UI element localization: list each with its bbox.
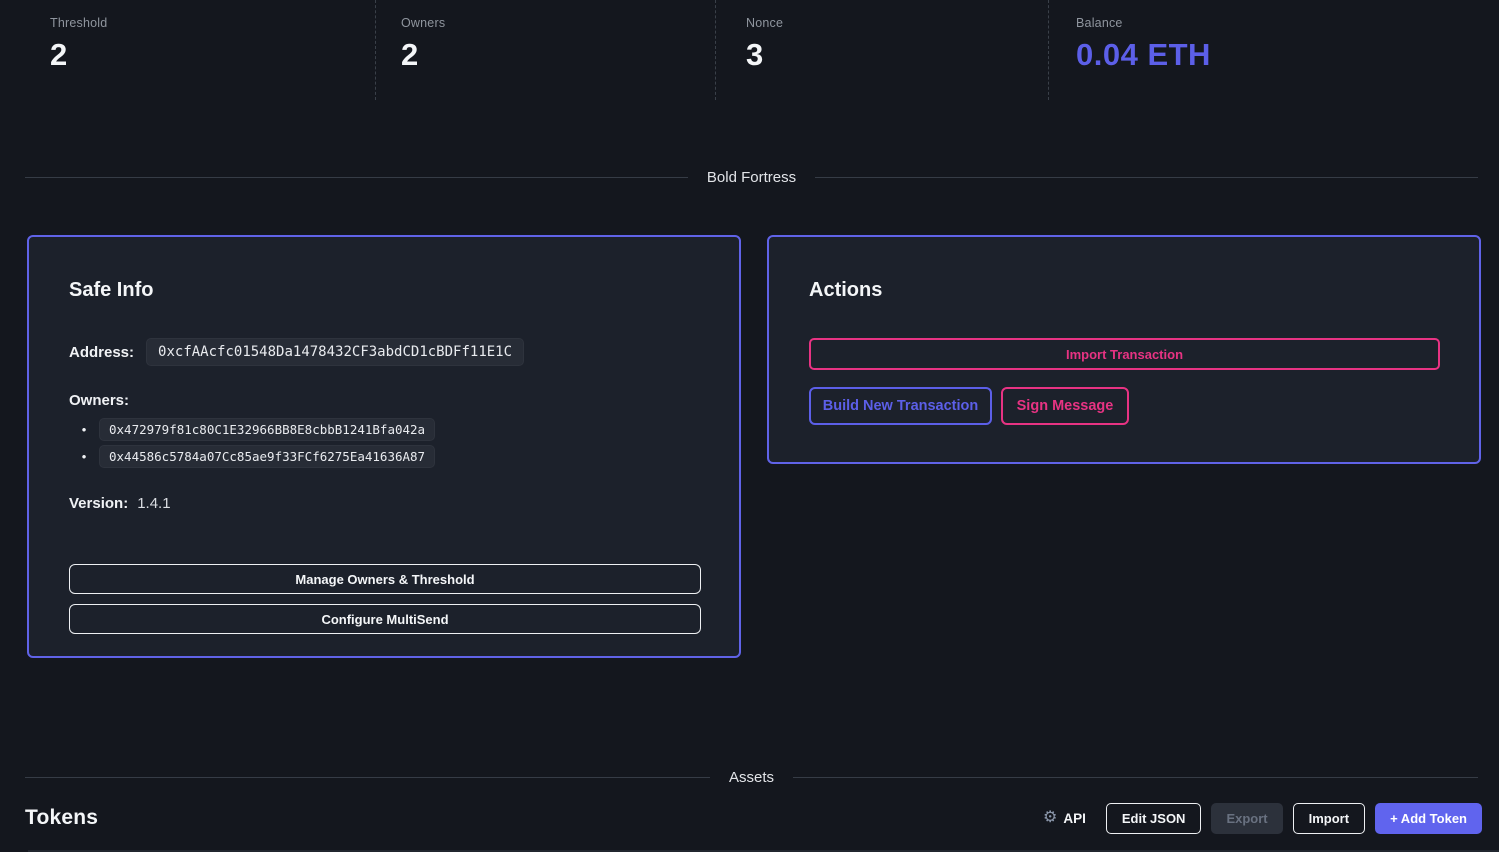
import-transaction-button[interactable]: Import Transaction (809, 338, 1440, 370)
address-row: Address: 0xcfAAcfc01548Da1478432CF3abdCD… (69, 338, 699, 366)
stat-nonce-value: 3 (746, 37, 1048, 73)
stat-balance: Balance 0.04 ETH (1048, 0, 1499, 100)
divider-line-left (25, 177, 688, 178)
actions-title: Actions (809, 279, 1439, 302)
stat-threshold-value: 2 (50, 37, 375, 73)
divider-line-left (25, 777, 710, 778)
bullet-icon: • (69, 422, 99, 437)
safe-name-divider: Bold Fortress (25, 165, 1478, 189)
tokens-title: Tokens (25, 806, 98, 830)
safe-dashboard: Threshold 2 Owners 2 Nonce 3 Balance 0.0… (0, 0, 1499, 852)
owner-item: • 0x472979f81c80C1E32966BB8E8cbbB1241Bfa… (69, 418, 699, 441)
version-row: Version: 1.4.1 (69, 495, 699, 512)
edit-json-button[interactable]: Edit JSON (1106, 803, 1202, 834)
stat-balance-value: 0.04 ETH (1076, 37, 1499, 73)
tokens-controls: ⚙ API Edit JSON Export Import + Add Toke… (1043, 803, 1482, 834)
add-token-button[interactable]: + Add Token (1375, 803, 1482, 834)
safe-info-title: Safe Info (69, 279, 699, 302)
bullet-icon: • (69, 449, 99, 464)
stat-owners: Owners 2 (375, 0, 715, 100)
api-label: API (1063, 811, 1086, 826)
configure-multisend-button[interactable]: Configure MultiSend (69, 604, 701, 634)
stat-balance-label: Balance (1076, 16, 1499, 30)
manage-owners-button[interactable]: Manage Owners & Threshold (69, 564, 701, 594)
owner-address-value: 0x44586c5784a07Cc85ae9f33FCf6275Ea41636A… (99, 445, 435, 468)
version-label: Version: (69, 495, 128, 512)
stat-nonce-label: Nonce (746, 16, 1048, 30)
export-button[interactable]: Export (1211, 803, 1282, 834)
owner-address-value: 0x472979f81c80C1E32966BB8E8cbbB1241Bfa04… (99, 418, 435, 441)
sign-message-button[interactable]: Sign Message (1001, 387, 1129, 425)
safe-info-card: Safe Info Address: 0xcfAAcfc01548Da14784… (27, 235, 741, 658)
stat-threshold: Threshold 2 (0, 0, 375, 100)
actions-button-row: Build New Transaction Sign Message (809, 387, 1439, 425)
owners-label: Owners: (69, 392, 699, 409)
stat-threshold-label: Threshold (50, 16, 375, 30)
version-value: 1.4.1 (137, 495, 170, 512)
actions-card: Actions Import Transaction Build New Tra… (767, 235, 1481, 464)
safe-address-value: 0xcfAAcfc01548Da1478432CF3abdCD1cBDFf11E… (146, 338, 524, 366)
stats-row: Threshold 2 Owners 2 Nonce 3 Balance 0.0… (0, 0, 1499, 100)
stat-owners-label: Owners (401, 16, 715, 30)
assets-divider: Assets (25, 765, 1478, 789)
owners-block: Owners: • 0x472979f81c80C1E32966BB8E8cbb… (69, 392, 699, 468)
tokens-bar: Tokens ⚙ API Edit JSON Export Import + A… (25, 800, 1482, 836)
owner-list: • 0x472979f81c80C1E32966BB8E8cbbB1241Bfa… (69, 418, 699, 468)
import-button[interactable]: Import (1293, 803, 1365, 834)
build-new-transaction-button[interactable]: Build New Transaction (809, 387, 992, 425)
stat-owners-value: 2 (401, 37, 715, 73)
assets-label: Assets (729, 769, 774, 786)
api-link[interactable]: ⚙ API (1043, 810, 1086, 826)
stat-nonce: Nonce 3 (715, 0, 1048, 100)
gear-icon: ⚙ (1043, 810, 1057, 826)
address-label: Address: (69, 344, 134, 361)
divider-line-right (793, 777, 1478, 778)
divider-line-right (815, 177, 1478, 178)
owner-item: • 0x44586c5784a07Cc85ae9f33FCf6275Ea4163… (69, 445, 699, 468)
safe-name-label: Bold Fortress (707, 169, 796, 186)
